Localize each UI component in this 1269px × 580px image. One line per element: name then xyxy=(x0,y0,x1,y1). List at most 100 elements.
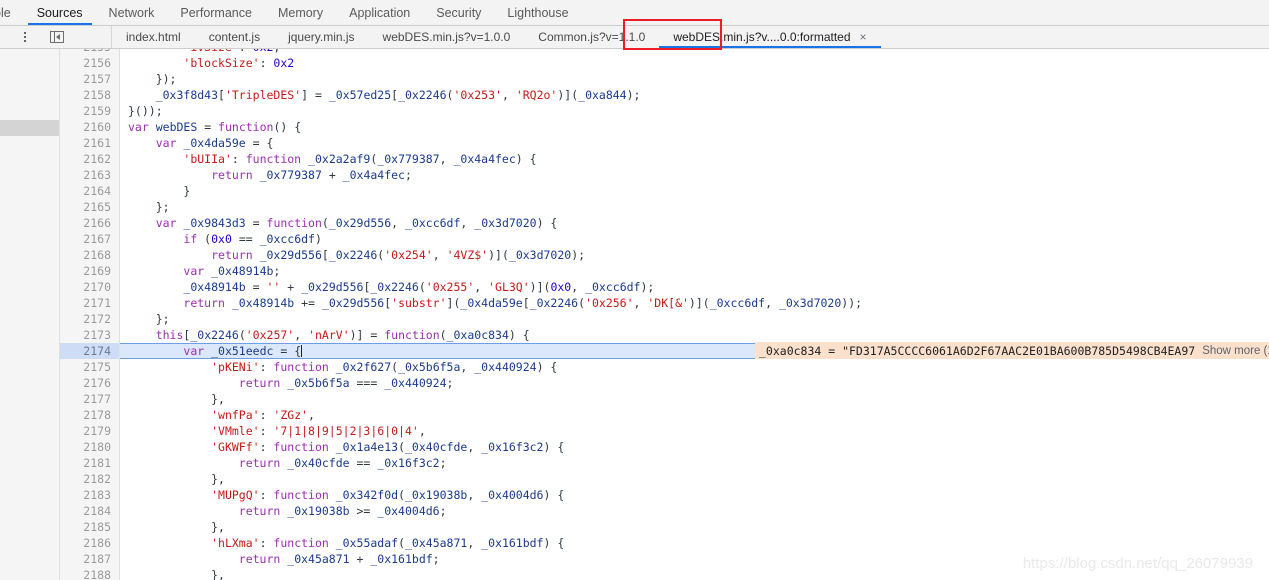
code-line[interactable]: 2183 'MUPgQ': function _0x342f0d(_0x1903… xyxy=(60,487,1269,503)
source-tab-jquery-min-js[interactable]: jquery.min.js xyxy=(274,26,368,48)
code-line[interactable]: 2168 return _0x29d556[_0x2246('0x254', '… xyxy=(60,247,1269,263)
line-number[interactable]: 2165 xyxy=(60,199,120,215)
code-line-text[interactable]: 'blockSize': 0x2 xyxy=(120,55,1269,71)
source-tab-webdes-min-js-v-0-0-formatted[interactable]: webDES.min.js?v....0.0:formatted × xyxy=(659,26,881,48)
code-line[interactable]: 2186 'hLXma': function _0x55adaf(_0x45a8… xyxy=(60,535,1269,551)
line-number[interactable]: 2177 xyxy=(60,391,120,407)
code-line-text[interactable]: 'pKENi': function _0x2f627(_0x5b6f5a, _0… xyxy=(120,359,1269,375)
line-number[interactable]: 2167 xyxy=(60,231,120,247)
source-tab-index-html[interactable]: index.html xyxy=(112,26,195,48)
line-number[interactable]: 2184 xyxy=(60,503,120,519)
devtools-tab-performance[interactable]: Performance xyxy=(167,0,265,25)
code-line[interactable]: 2169 var _0x48914b; xyxy=(60,263,1269,279)
devtools-tab-security[interactable]: Security xyxy=(423,0,494,25)
line-number[interactable]: 2171 xyxy=(60,295,120,311)
code-line[interactable]: 2176 return _0x5b6f5a === _0x440924; xyxy=(60,375,1269,391)
line-number[interactable]: 2181 xyxy=(60,455,120,471)
line-number[interactable]: 2163 xyxy=(60,167,120,183)
close-icon[interactable]: × xyxy=(860,30,867,44)
code-line-text[interactable]: return _0x19038b >= _0x4004d6; xyxy=(120,503,1269,519)
code-line-text[interactable]: 'MUPgQ': function _0x342f0d(_0x19038b, _… xyxy=(120,487,1269,503)
code-line[interactable]: 2161 var _0x4da59e = { xyxy=(60,135,1269,151)
line-number[interactable]: 2159 xyxy=(60,103,120,119)
line-number[interactable]: 2178 xyxy=(60,407,120,423)
code-line-text[interactable]: }; xyxy=(120,199,1269,215)
code-line-text[interactable]: 'bUIIa': function _0x2a2af9(_0x779387, _… xyxy=(120,151,1269,167)
line-number[interactable]: 2186 xyxy=(60,535,120,551)
code-line-text[interactable]: var _0x48914b; xyxy=(120,263,1269,279)
line-number[interactable]: 2169 xyxy=(60,263,120,279)
code-editor[interactable]: 2155 'ivSize': 0x2,2156 'blockSize': 0x2… xyxy=(60,49,1269,580)
code-line-text[interactable]: }()); xyxy=(120,103,1269,119)
code-line[interactable]: 2178 'wnfPa': 'ZGz', xyxy=(60,407,1269,423)
code-line-text[interactable]: var _0x9843d3 = function(_0x29d556, _0xc… xyxy=(120,215,1269,231)
line-number[interactable]: 2185 xyxy=(60,519,120,535)
code-line[interactable]: 2185 }, xyxy=(60,519,1269,535)
code-line-text[interactable]: 'GKWFf': function _0x1a4e13(_0x40cfde, _… xyxy=(120,439,1269,455)
code-line-text[interactable]: return _0x29d556[_0x2246('0x254', '4VZ$'… xyxy=(120,247,1269,263)
line-number[interactable]: 2180 xyxy=(60,439,120,455)
line-number[interactable]: 2172 xyxy=(60,311,120,327)
devtools-tab-memory[interactable]: Memory xyxy=(265,0,336,25)
line-number[interactable]: 2170 xyxy=(60,279,120,295)
line-number[interactable]: 2179 xyxy=(60,423,120,439)
line-number[interactable]: 2158 xyxy=(60,87,120,103)
code-line[interactable]: 2157 }); xyxy=(60,71,1269,87)
show-navigator-icon[interactable] xyxy=(50,31,64,43)
devtools-tab-network[interactable]: Network xyxy=(96,0,168,25)
line-number[interactable]: 2188 xyxy=(60,567,120,580)
devtools-tab-lighthouse[interactable]: Lighthouse xyxy=(494,0,581,25)
code-line[interactable]: 2179 'VMmle': '7|1|8|9|5|2|3|6|0|4', xyxy=(60,423,1269,439)
code-line[interactable]: 2170 _0x48914b = '' + _0x29d556[_0x2246(… xyxy=(60,279,1269,295)
code-line-text[interactable]: 'hLXma': function _0x55adaf(_0x45a871, _… xyxy=(120,535,1269,551)
code-line-text[interactable]: }, xyxy=(120,519,1269,535)
source-tab-common-js-v-1-1-0[interactable]: Common.js?v=1.1.0 xyxy=(524,26,659,48)
line-number[interactable]: 2183 xyxy=(60,487,120,503)
code-line[interactable]: 2182 }, xyxy=(60,471,1269,487)
code-line-text[interactable]: var _0x4da59e = { xyxy=(120,135,1269,151)
line-number[interactable]: 2162 xyxy=(60,151,120,167)
line-number[interactable]: 2168 xyxy=(60,247,120,263)
show-more-button[interactable]: Show more (12.0 kB) xyxy=(1202,345,1269,357)
code-line-text[interactable]: 'wnfPa': 'ZGz', xyxy=(120,407,1269,423)
code-line[interactable]: 2173 this[_0x2246('0x257', 'nArV')] = fu… xyxy=(60,327,1269,343)
code-line[interactable]: 2180 'GKWFf': function _0x1a4e13(_0x40cf… xyxy=(60,439,1269,455)
code-line[interactable]: 2163 return _0x779387 + _0x4a4fec; xyxy=(60,167,1269,183)
line-number[interactable]: 2176 xyxy=(60,375,120,391)
code-line[interactable]: 2159}()); xyxy=(60,103,1269,119)
code-line-text[interactable]: var webDES = function() { xyxy=(120,119,1269,135)
code-line[interactable]: 2181 return _0x40cfde == _0x16f3c2; xyxy=(60,455,1269,471)
code-line-text[interactable]: } xyxy=(120,183,1269,199)
line-number[interactable]: 2175 xyxy=(60,359,120,375)
line-number[interactable]: 2182 xyxy=(60,471,120,487)
code-line-text[interactable]: 'VMmle': '7|1|8|9|5|2|3|6|0|4', xyxy=(120,423,1269,439)
more-options-icon[interactable] xyxy=(12,32,38,42)
code-line[interactable]: 2172 }; xyxy=(60,311,1269,327)
code-line-text[interactable]: }); xyxy=(120,71,1269,87)
line-number[interactable]: 2166 xyxy=(60,215,120,231)
code-line[interactable]: 2167 if (0x0 == _0xcc6df) xyxy=(60,231,1269,247)
code-line[interactable]: 2165 }; xyxy=(60,199,1269,215)
code-line[interactable]: 2177 }, xyxy=(60,391,1269,407)
code-line-text[interactable]: }; xyxy=(120,311,1269,327)
code-line[interactable]: 2158 _0x3f8d43['TripleDES'] = _0x57ed25[… xyxy=(60,87,1269,103)
source-tab-webdes-min-js-v-1-0-0[interactable]: webDES.min.js?v=1.0.0 xyxy=(369,26,525,48)
code-line-text[interactable]: _0x3f8d43['TripleDES'] = _0x57ed25[_0x22… xyxy=(120,87,1269,103)
source-tab-content-js[interactable]: content.js xyxy=(195,26,274,48)
devtools-tab-application[interactable]: Application xyxy=(336,0,423,25)
code-line[interactable]: 2184 return _0x19038b >= _0x4004d6; xyxy=(60,503,1269,519)
line-number[interactable]: 2160 xyxy=(60,119,120,135)
devtools-tab-sources[interactable]: Sources xyxy=(24,0,96,25)
code-line[interactable]: 2156 'blockSize': 0x2 xyxy=(60,55,1269,71)
code-line[interactable]: 2160 var webDES = function() { xyxy=(60,119,1269,135)
code-line-text[interactable]: this[_0x2246('0x257', 'nArV')] = functio… xyxy=(120,327,1269,343)
code-line-text[interactable]: return _0x48914b += _0x29d556 ['substr'](… xyxy=(120,295,1269,311)
code-line[interactable]: 2175 'pKENi': function _0x2f627(_0x5b6f5… xyxy=(60,359,1269,375)
code-line-text[interactable]: }, xyxy=(120,567,1269,580)
navigator-rail[interactable] xyxy=(0,49,60,580)
line-number[interactable]: 2156 xyxy=(60,55,120,71)
line-number[interactable]: 2157 xyxy=(60,71,120,87)
code-line-text[interactable]: return _0x779387 + _0x4a4fec; xyxy=(120,167,1269,183)
code-line[interactable]: 2164 } xyxy=(60,183,1269,199)
code-line-text[interactable]: }, xyxy=(120,471,1269,487)
